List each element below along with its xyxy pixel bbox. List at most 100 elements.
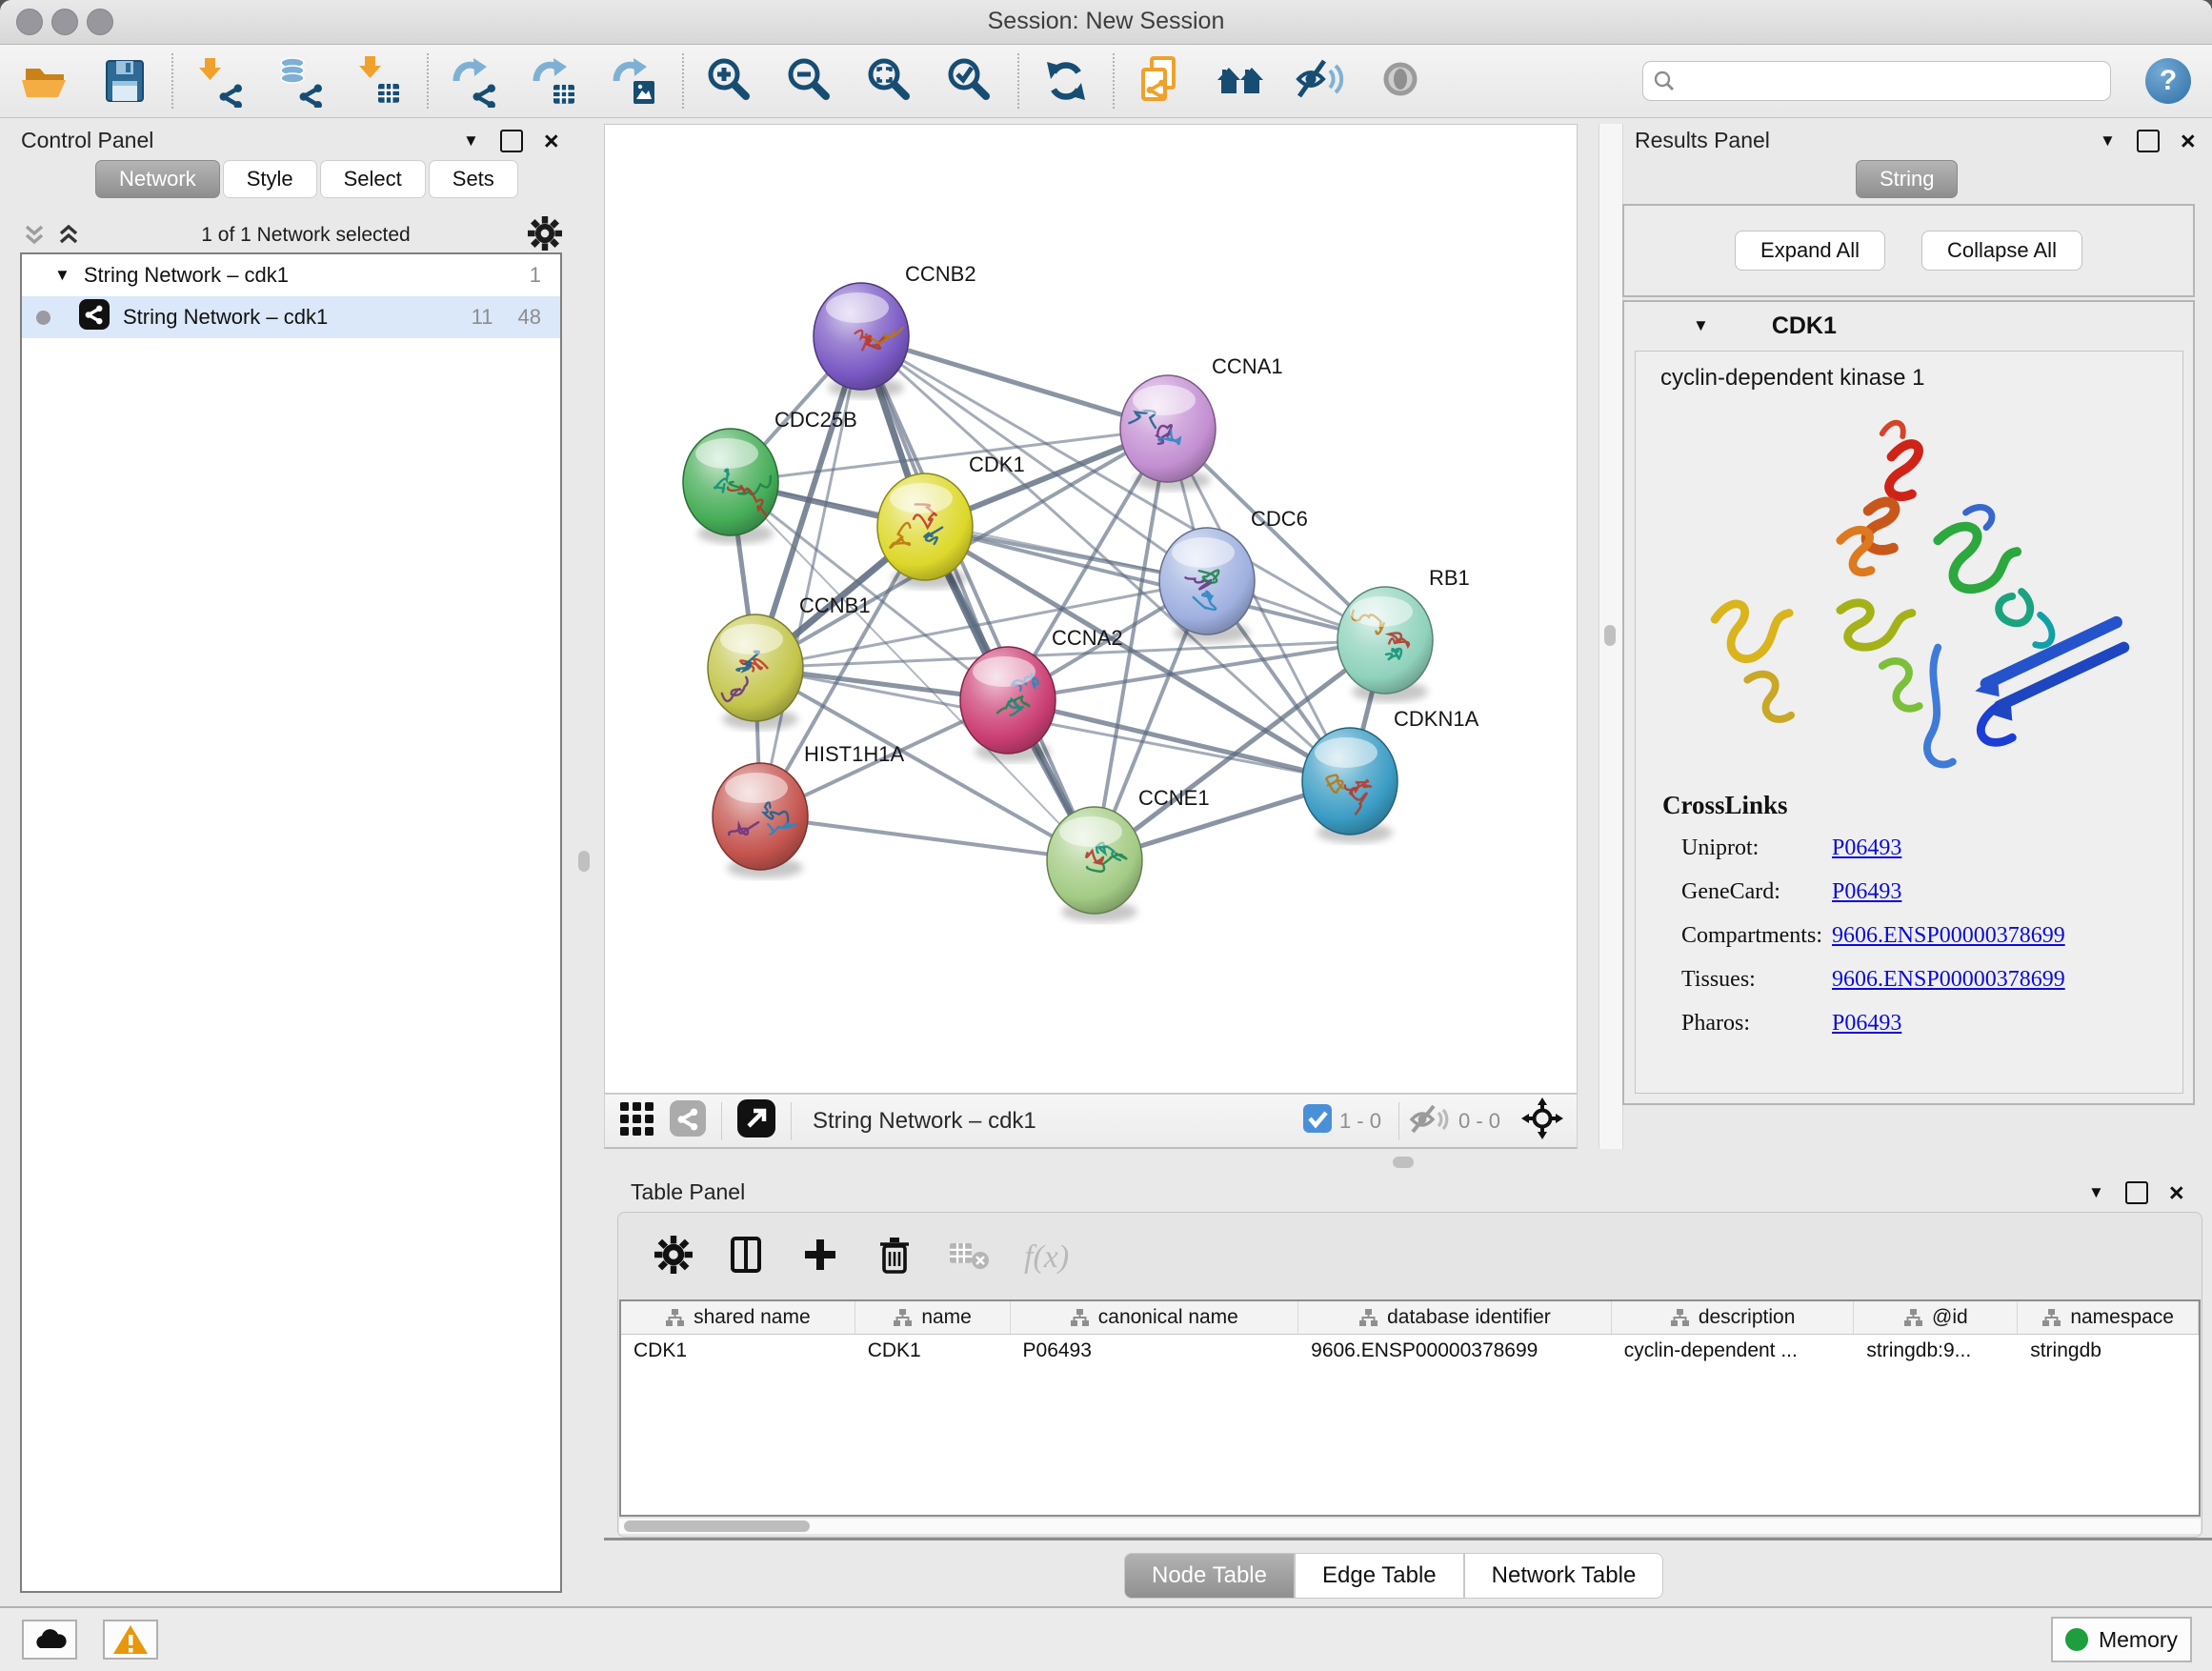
network-node-HIST1H1A[interactable]: HIST1H1A: [713, 742, 904, 878]
tab-string[interactable]: String: [1856, 160, 1958, 198]
network-node-label: CCNB1: [799, 594, 871, 617]
selected-items-checkbox-icon[interactable]: [1303, 1104, 1332, 1137]
section-collapse-icon[interactable]: ▼: [1693, 316, 1709, 335]
tab-node-table[interactable]: Node Table: [1124, 1553, 1295, 1599]
show-all-items-icon[interactable]: [1374, 53, 1429, 109]
save-session-icon[interactable]: [97, 53, 152, 109]
horizontal-splitter-handle[interactable]: [1393, 1157, 1414, 1168]
crosslink-link[interactable]: P06493: [1832, 836, 1901, 861]
network-canvas[interactable]: CCNB2 CCNA1 CDC25B CDK1 CDC6: [604, 124, 1578, 1094]
table-cell[interactable]: CDK1: [855, 1335, 1011, 1367]
search-input[interactable]: [1676, 69, 2080, 93]
table-options-gear-icon[interactable]: [654, 1236, 693, 1278]
control-panel-float-icon[interactable]: [500, 130, 523, 152]
memory-button[interactable]: Memory: [2051, 1617, 2192, 1662]
network-node-CDKN1A[interactable]: CDKN1A: [1302, 707, 1479, 843]
table-cell[interactable]: P06493: [1011, 1335, 1299, 1367]
network-collection-row[interactable]: ▼ String Network – cdk1 1: [22, 254, 560, 296]
expand-all-icon[interactable]: [55, 223, 84, 248]
export-network-icon[interactable]: [448, 53, 503, 109]
scrollbar-thumb[interactable]: [624, 1520, 810, 1532]
zoom-in-icon[interactable]: [703, 53, 758, 109]
column-header-namespace[interactable]: namespace: [2018, 1301, 2199, 1334]
grid-view-icon[interactable]: [618, 1100, 654, 1141]
results-panel-collapse-icon[interactable]: ▼: [2100, 131, 2116, 151]
collapse-all-button[interactable]: Collapse All: [1921, 231, 2082, 271]
zoom-out-icon[interactable]: [783, 53, 838, 109]
column-header-description[interactable]: description: [1612, 1301, 1855, 1334]
birds-eye-view-icon[interactable]: [1521, 1097, 1563, 1144]
import-network-icon[interactable]: [192, 53, 248, 109]
network-node-CCNB2[interactable]: CCNB2: [814, 262, 976, 398]
export-image-icon[interactable]: [608, 53, 663, 109]
table-panel-collapse-icon[interactable]: ▼: [2088, 1183, 2104, 1202]
network-edge[interactable]: [760, 816, 1095, 860]
tab-network[interactable]: Network: [95, 160, 220, 198]
table-cell[interactable]: 9606.ENSP00000378699: [1298, 1335, 1612, 1367]
delete-column-icon[interactable]: [874, 1234, 915, 1280]
tab-edge-table[interactable]: Edge Table: [1295, 1553, 1464, 1599]
import-table-icon[interactable]: [352, 53, 408, 109]
node-table[interactable]: shared namenamecanonical namedatabase id…: [619, 1299, 2201, 1517]
network-node-RB1[interactable]: RB1: [1337, 566, 1470, 702]
table-panel-float-icon[interactable]: [2125, 1181, 2148, 1204]
warning-button[interactable]: [103, 1620, 158, 1660]
tab-network-table[interactable]: Network Table: [1464, 1553, 1664, 1599]
table-row[interactable]: CDK1CDK1P064939606.ENSP00000378699cyclin…: [621, 1335, 2199, 1367]
network-view-toolbar: String Network – cdk1 1 - 0 0 - 0: [604, 1094, 1578, 1149]
network-edge[interactable]: [861, 336, 1095, 860]
show-columns-icon[interactable]: [725, 1234, 767, 1280]
table-panel-close-icon[interactable]: ×: [2169, 1183, 2184, 1202]
crosslink-link[interactable]: P06493: [1832, 1011, 1901, 1037]
column-header-name[interactable]: name: [855, 1301, 1011, 1334]
open-in-new-window-icon[interactable]: [737, 1099, 775, 1142]
network-node-CCNB1[interactable]: CCNB1: [708, 594, 871, 730]
network-node-label: CDK1: [969, 453, 1025, 476]
apply-preferred-layout-icon[interactable]: [1038, 53, 1094, 109]
network-node-CDC6[interactable]: CDC6: [1159, 507, 1308, 643]
zoom-selected-icon[interactable]: [943, 53, 998, 109]
create-column-icon[interactable]: [799, 1234, 841, 1280]
results-panel-close-icon[interactable]: ×: [2181, 131, 2196, 151]
show-home-icon[interactable]: [1214, 53, 1269, 109]
network-options-gear-icon[interactable]: [528, 216, 562, 255]
collapse-all-icon[interactable]: [21, 223, 50, 248]
zoom-fit-content-icon[interactable]: [863, 53, 918, 109]
results-panel-float-icon[interactable]: [2137, 130, 2160, 152]
network-node-CDK1[interactable]: CDK1: [877, 453, 1025, 589]
status-bar: Memory: [0, 1606, 2212, 1671]
table-cell[interactable]: CDK1: [621, 1335, 855, 1367]
column-header-database-identifier[interactable]: database identifier: [1298, 1301, 1612, 1334]
column-header-shared-name[interactable]: shared name: [621, 1301, 855, 1334]
control-panel-close-icon[interactable]: ×: [544, 131, 559, 151]
hide-selected-icon[interactable]: [1294, 53, 1349, 109]
clone-network-icon[interactable]: [1134, 53, 1189, 109]
cloud-button[interactable]: [22, 1620, 77, 1660]
network-node-CCNA1[interactable]: CCNA1: [1120, 354, 1283, 491]
import-network-from-database-icon[interactable]: [272, 53, 328, 109]
expand-all-button[interactable]: Expand All: [1735, 231, 1885, 271]
tab-sets[interactable]: Sets: [429, 160, 518, 198]
network-graph[interactable]: CCNB2 CCNA1 CDC25B CDK1 CDC6: [605, 125, 1577, 1093]
network-row-selected[interactable]: String Network – cdk1 11 48: [22, 296, 560, 338]
table-cell[interactable]: stringdb: [2018, 1335, 2199, 1367]
right-splitter-handle[interactable]: [1604, 625, 1616, 646]
export-table-icon[interactable]: [528, 53, 583, 109]
table-cell[interactable]: cyclin-dependent ...: [1612, 1335, 1855, 1367]
table-horizontal-scrollbar[interactable]: [619, 1519, 2201, 1534]
column-header-canonical-name[interactable]: canonical name: [1011, 1301, 1299, 1334]
search-box[interactable]: [1642, 61, 2111, 101]
left-splitter-handle[interactable]: [578, 851, 590, 872]
tab-select[interactable]: Select: [320, 160, 426, 198]
control-panel-collapse-icon[interactable]: ▼: [463, 131, 479, 151]
tab-style[interactable]: Style: [223, 160, 317, 198]
crosslink-link[interactable]: 9606.ENSP00000378699: [1832, 923, 2065, 949]
crosslink-link[interactable]: P06493: [1832, 879, 1901, 905]
help-button[interactable]: ?: [2145, 58, 2191, 104]
network-thumbnail-icon[interactable]: [670, 1100, 706, 1141]
table-cell[interactable]: stringdb:9...: [1854, 1335, 2018, 1367]
network-tree: ▼ String Network – cdk1 1 String Network…: [20, 252, 562, 1593]
column-header--id[interactable]: @id: [1854, 1301, 2018, 1334]
open-session-icon[interactable]: [17, 53, 72, 109]
crosslink-link[interactable]: 9606.ENSP00000378699: [1832, 967, 2065, 993]
